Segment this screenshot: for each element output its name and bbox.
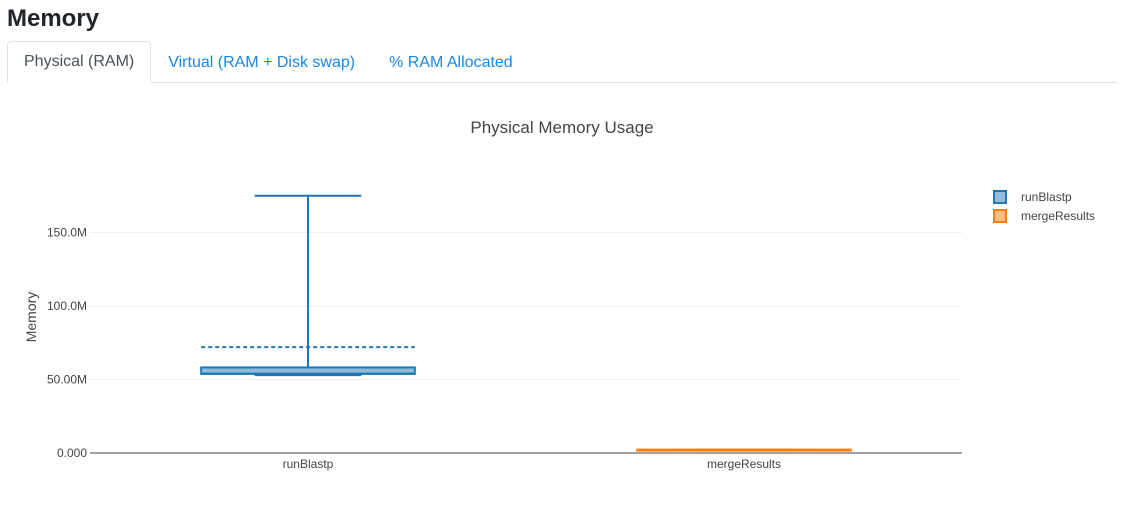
legend-label: mergeResults bbox=[1021, 209, 1095, 223]
y-tick-label: 50.00M bbox=[47, 373, 87, 387]
box-layer bbox=[200, 194, 852, 452]
memory-chart: Physical Memory Usage Memory 0.000 50.00M… bbox=[0, 90, 1143, 500]
legend[interactable]: runBlastp mergeResults bbox=[993, 190, 1095, 223]
tab-ram-allocated[interactable]: % RAM Allocated bbox=[372, 43, 530, 83]
legend-item-runBlastp[interactable]: runBlastp bbox=[993, 190, 1072, 204]
y-tick-label: 0.000 bbox=[57, 446, 87, 460]
grid-layer bbox=[90, 232, 962, 380]
tab-virtual-ram-disk-swap[interactable]: Virtual (RAM + Disk swap) bbox=[151, 43, 372, 83]
axis-layer: 0.000 50.00M 100.0M 150.0M runBlastp mergeRes… bbox=[47, 226, 962, 471]
y-tick-label: 100.0M bbox=[47, 299, 87, 313]
y-tick-label: 150.0M bbox=[47, 226, 87, 240]
legend-swatch bbox=[993, 209, 1007, 223]
tab-bar: Physical (RAM) Virtual (RAM + Disk swap)… bbox=[7, 41, 1117, 83]
legend-swatch bbox=[993, 190, 1007, 204]
legend-label: runBlastp bbox=[1021, 190, 1072, 204]
x-tick-label: mergeResults bbox=[707, 457, 781, 471]
box-plot: Physical Memory Usage Memory 0.000 50.00M… bbox=[23, 118, 1095, 471]
page-title: Memory bbox=[7, 5, 100, 32]
y-axis-label: Memory bbox=[23, 292, 39, 343]
x-tick-label: runBlastp bbox=[283, 457, 334, 471]
box-series-mergeResults bbox=[636, 448, 852, 452]
box-series-runBlastp bbox=[200, 194, 416, 377]
legend-item-mergeResults[interactable]: mergeResults bbox=[993, 209, 1095, 223]
tab-physical-ram[interactable]: Physical (RAM) bbox=[7, 41, 152, 83]
chart-title: Physical Memory Usage bbox=[470, 118, 653, 137]
